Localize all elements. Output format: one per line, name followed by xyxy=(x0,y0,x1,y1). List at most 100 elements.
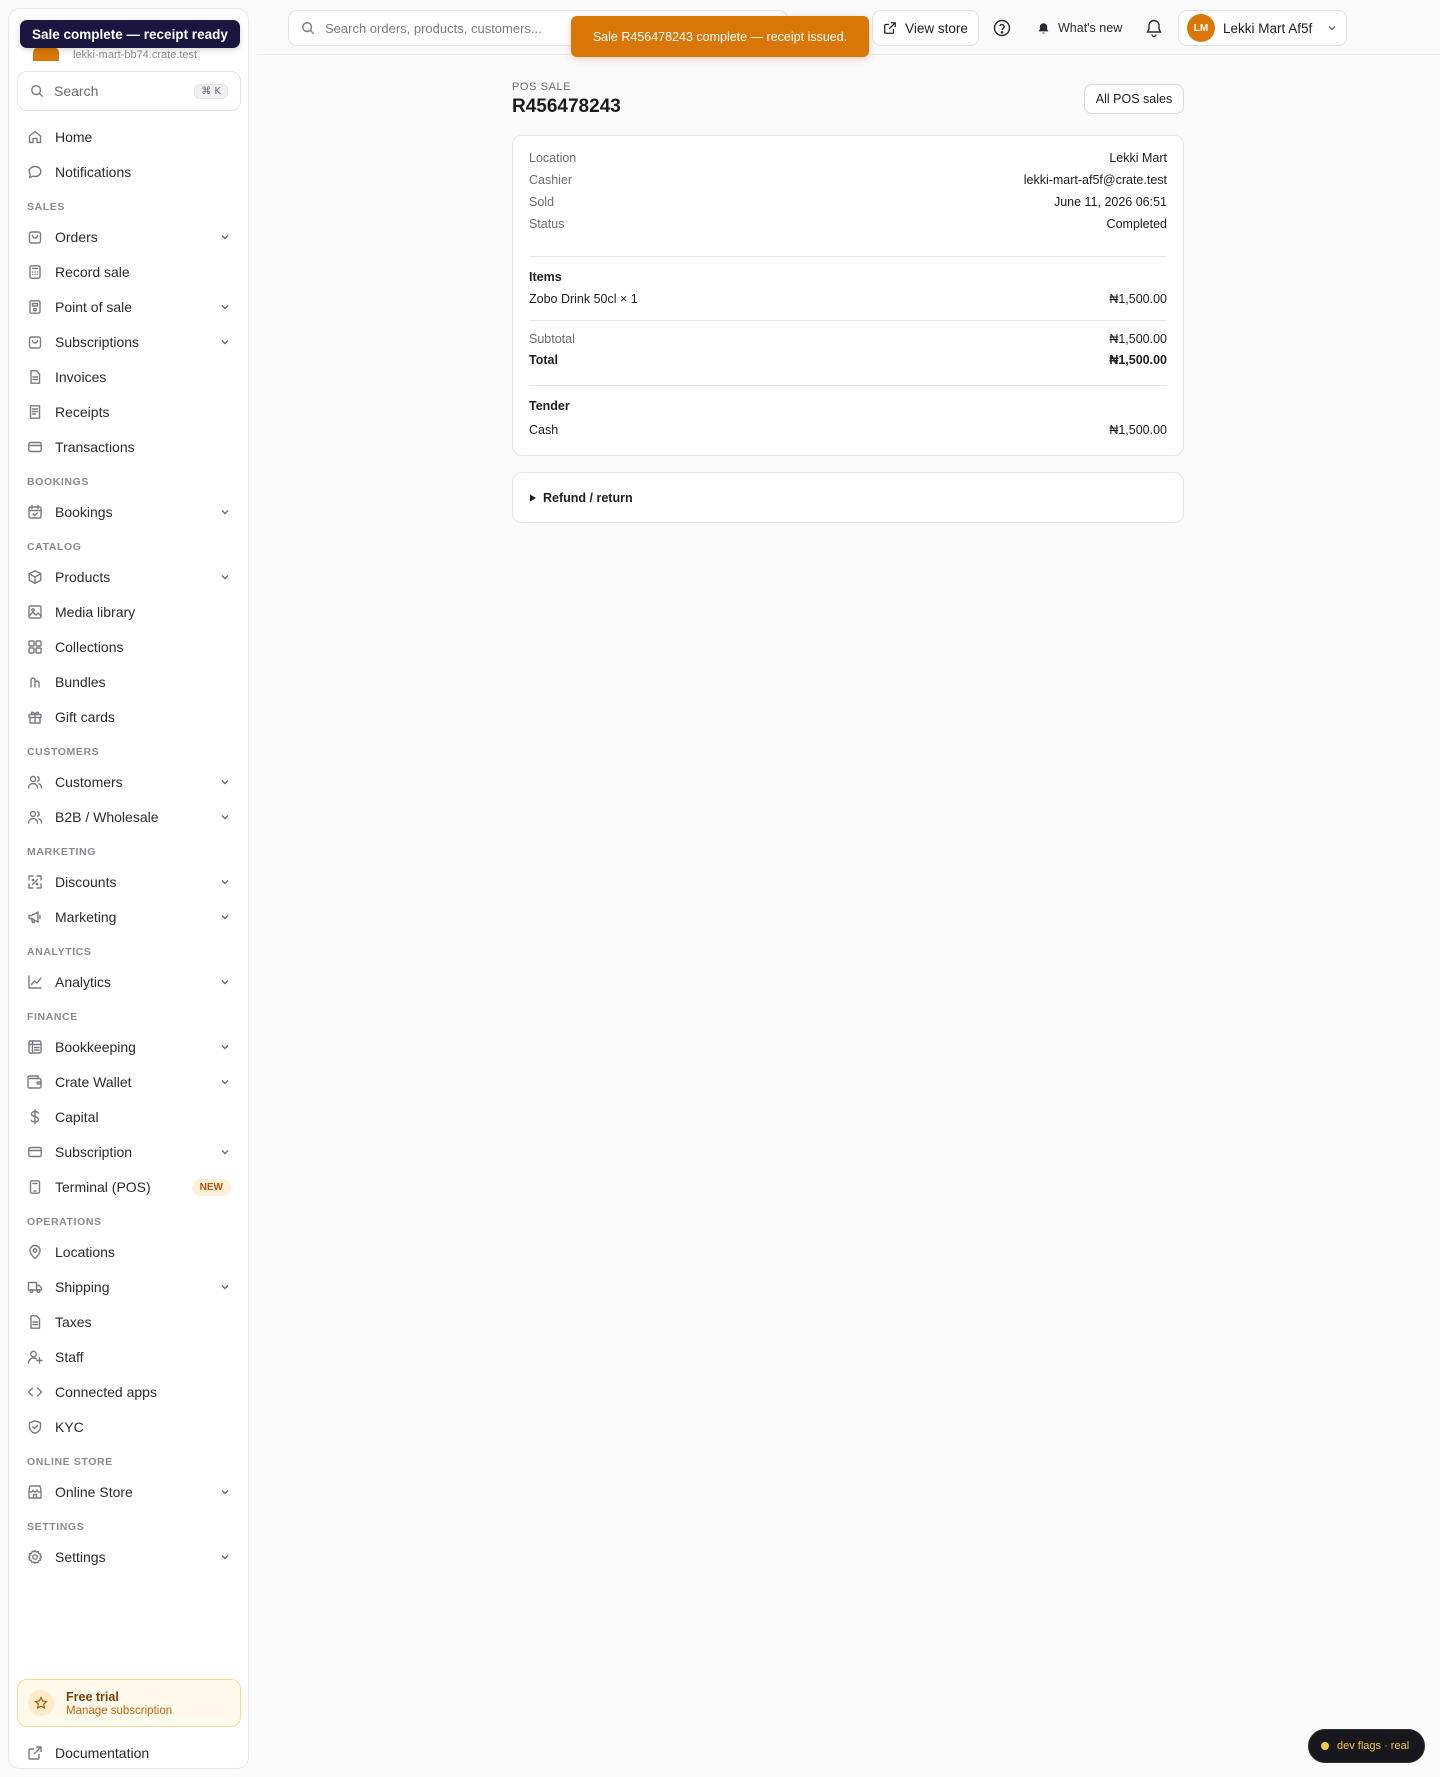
sidebar-item-gift-cards[interactable]: Gift cards xyxy=(17,701,241,733)
chevron-down-icon[interactable] xyxy=(219,571,231,583)
chevron-down-icon[interactable] xyxy=(219,911,231,923)
pos-terminal-icon xyxy=(27,299,43,315)
dollar-icon xyxy=(27,1109,43,1125)
ledger-icon xyxy=(27,1039,43,1055)
sidebar-item-label: Collections xyxy=(55,639,124,655)
sidebar-item-home[interactable]: Home xyxy=(17,121,241,153)
chevron-down-icon[interactable] xyxy=(219,1146,231,1158)
sidebar-item-label: Discounts xyxy=(55,874,117,890)
chevron-down-icon[interactable] xyxy=(219,1281,231,1293)
subtotal-value: ₦1,500.00 xyxy=(1109,332,1167,346)
chevron-down-icon[interactable] xyxy=(219,1486,231,1498)
page-title: R456478243 xyxy=(512,96,621,117)
sidebar-item-label: Invoices xyxy=(55,369,107,385)
sidebar-item-label: Online Store xyxy=(55,1484,133,1500)
sidebar-item-label: Bookkeeping xyxy=(55,1039,136,1055)
whats-new-label: What's new xyxy=(1058,21,1123,35)
sidebar-item-label: Analytics xyxy=(55,974,112,990)
refund-return-disclosure[interactable]: Refund / return xyxy=(512,472,1184,523)
receipt-icon xyxy=(27,404,43,420)
sidebar-item-label: Record sale xyxy=(55,264,130,280)
chevron-down-icon[interactable] xyxy=(219,1041,231,1053)
whats-new-button[interactable]: What's new xyxy=(1037,10,1122,46)
sidebar: lekki-mart-bb74.crate.test Search ⌘ K Ho… xyxy=(8,8,249,1769)
sidebar-section-title: FINANCE xyxy=(27,1011,78,1023)
chevron-down-icon[interactable] xyxy=(219,976,231,988)
chevron-down-icon[interactable] xyxy=(219,301,231,313)
sidebar-item-kyc[interactable]: KYC xyxy=(17,1411,241,1443)
box-icon xyxy=(27,569,43,585)
sidebar-item-analytics[interactable]: Analytics xyxy=(17,966,241,998)
sidebar-item-subscription[interactable]: Subscription xyxy=(17,1136,241,1168)
sidebar-item-customers[interactable]: Customers xyxy=(17,766,241,798)
home-icon xyxy=(27,129,43,145)
sidebar-item-bookings[interactable]: Bookings xyxy=(17,496,241,528)
new-badge: NEW xyxy=(191,1178,231,1196)
chevron-down-icon[interactable] xyxy=(219,231,231,243)
sidebar-item-label: Locations xyxy=(55,1244,115,1260)
user-plus-icon xyxy=(27,1349,43,1365)
chevron-down-icon[interactable] xyxy=(219,1551,231,1563)
sidebar-item-online-store[interactable]: Online Store xyxy=(17,1476,241,1508)
sidebar-item-shipping[interactable]: Shipping xyxy=(17,1271,241,1303)
chevron-down-icon[interactable] xyxy=(219,1076,231,1088)
detail-key: Location xyxy=(529,151,577,165)
sidebar-item-record-sale[interactable]: Record sale xyxy=(17,256,241,288)
manage-subscription-link[interactable]: Manage subscription xyxy=(66,1705,172,1717)
tender-method: Cash xyxy=(529,423,559,437)
chevron-down-icon[interactable] xyxy=(219,336,231,348)
sidebar-section-title: ANALYTICS xyxy=(27,946,92,958)
sidebar-search-placeholder: Search xyxy=(54,83,99,99)
sidebar-item-discounts[interactable]: Discounts xyxy=(17,866,241,898)
sidebar-item-notifications[interactable]: Notifications xyxy=(17,156,241,188)
chevron-down-icon[interactable] xyxy=(219,776,231,788)
search-icon xyxy=(301,21,315,35)
chevron-down-icon[interactable] xyxy=(219,811,231,823)
sidebar-item-collections[interactable]: Collections xyxy=(17,631,241,663)
account-menu[interactable]: LM Lekki Mart Af5f xyxy=(1178,10,1347,46)
sidebar-item-subscriptions[interactable]: Subscriptions xyxy=(17,326,241,358)
sidebar-item-crate-wallet[interactable]: Crate Wallet xyxy=(17,1066,241,1098)
sidebar-item-connected-apps[interactable]: Connected apps xyxy=(17,1376,241,1408)
bell-filled-icon xyxy=(1037,22,1050,35)
notifications-bell-icon[interactable] xyxy=(1144,18,1164,38)
sidebar-section-title: SALES xyxy=(27,201,66,213)
sidebar-item-products[interactable]: Products xyxy=(17,561,241,593)
sidebar-item-taxes[interactable]: Taxes xyxy=(17,1306,241,1338)
all-pos-sales-button[interactable]: All POS sales xyxy=(1084,84,1184,114)
sidebar-item-label: Gift cards xyxy=(55,709,115,725)
sidebar-item-label: Customers xyxy=(55,774,123,790)
view-store-button[interactable]: View store xyxy=(872,10,979,46)
documentation-label: Documentation xyxy=(55,1745,150,1761)
sidebar-item-label: Transactions xyxy=(55,439,135,455)
subtotal-label: Subtotal xyxy=(529,332,575,346)
sidebar-item-marketing[interactable]: Marketing xyxy=(17,901,241,933)
free-trial-card[interactable]: Free trial Manage subscription xyxy=(17,1679,241,1727)
sidebar-item-settings[interactable]: Settings xyxy=(17,1541,241,1573)
sidebar-item-receipts[interactable]: Receipts xyxy=(17,396,241,428)
megaphone-icon xyxy=(27,909,43,925)
sidebar-item-bookkeeping[interactable]: Bookkeeping xyxy=(17,1031,241,1063)
sidebar-item-point-of-sale[interactable]: Point of sale xyxy=(17,291,241,323)
help-icon[interactable] xyxy=(992,18,1012,38)
sidebar-item-transactions[interactable]: Transactions xyxy=(17,431,241,463)
sidebar-item-invoices[interactable]: Invoices xyxy=(17,361,241,393)
triangle-right-icon xyxy=(529,494,537,502)
sidebar-item-staff[interactable]: Staff xyxy=(17,1341,241,1373)
sidebar-item-label: B2B / Wholesale xyxy=(55,809,159,825)
sidebar-item-capital[interactable]: Capital xyxy=(17,1101,241,1133)
sidebar-item-bundles[interactable]: Bundles xyxy=(17,666,241,698)
sidebar-item-terminal-pos[interactable]: Terminal (POS) NEW xyxy=(17,1171,241,1203)
chevron-down-icon[interactable] xyxy=(219,876,231,888)
sidebar-search[interactable]: Search ⌘ K xyxy=(17,71,241,111)
sidebar-item-orders[interactable]: Orders xyxy=(17,221,241,253)
dev-flags-pill[interactable]: dev flags · real xyxy=(1308,1729,1425,1763)
documentation-link[interactable]: Documentation xyxy=(17,1739,241,1767)
gift-icon xyxy=(27,709,43,725)
chevron-down-icon[interactable] xyxy=(219,506,231,518)
sidebar-item-b2b-wholesale[interactable]: B2B / Wholesale xyxy=(17,801,241,833)
sidebar-item-locations[interactable]: Locations xyxy=(17,1236,241,1268)
dev-flags-label: dev flags · real xyxy=(1337,1740,1410,1752)
sidebar-item-media-library[interactable]: Media library xyxy=(17,596,241,628)
sidebar-item-label: Settings xyxy=(55,1549,106,1565)
